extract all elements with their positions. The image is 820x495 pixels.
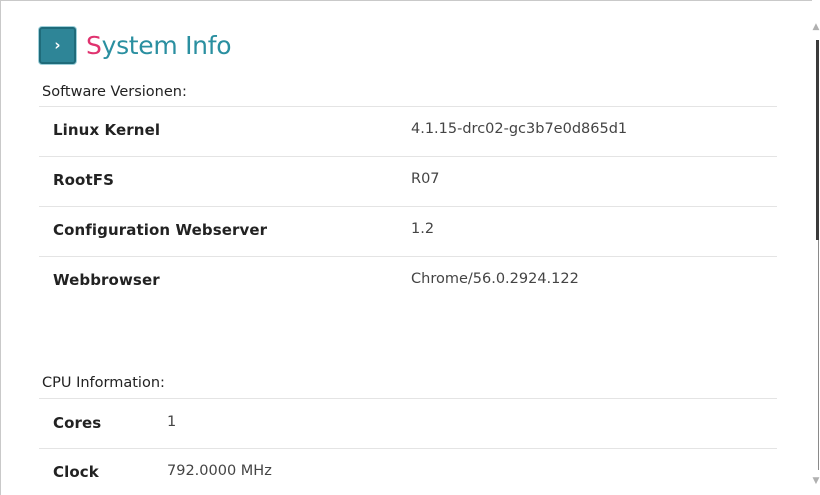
expand-toggle-button[interactable]: ›	[39, 26, 76, 64]
system-info-panel: › System Info Software Versionen: Linux …	[0, 0, 812, 495]
page-title-rest: ystem Info	[101, 30, 232, 60]
divider	[39, 256, 777, 257]
panel-header: › System Info	[39, 25, 232, 65]
cpu-row-value: 792.0000 MHz	[167, 463, 272, 479]
page-title: System Info	[86, 30, 232, 60]
divider	[39, 448, 777, 449]
cpu-row-label: Clock	[53, 463, 99, 481]
software-section-heading: Software Versionen:	[42, 84, 187, 100]
scroll-down-arrow-icon[interactable]: ▼	[812, 476, 820, 486]
software-row-label: Linux Kernel	[53, 121, 161, 139]
cpu-section-heading: CPU Information:	[42, 375, 165, 391]
software-row-value: 4.1.15-drc02-gc3b7e0d865d1	[411, 121, 628, 137]
scrollbar-track[interactable]	[818, 240, 819, 470]
cpu-row-label: Cores	[53, 414, 102, 432]
divider	[39, 156, 777, 157]
divider	[39, 106, 777, 107]
software-row-label: Webbrowser	[53, 271, 160, 289]
cpu-row-value: 1	[167, 414, 177, 430]
software-row-value: 1.2	[411, 221, 435, 237]
software-row-value: Chrome/56.0.2924.122	[411, 271, 579, 287]
divider	[39, 398, 777, 399]
chevron-right-icon: ›	[54, 36, 61, 54]
scrollbar-thumb[interactable]	[816, 40, 819, 240]
software-row-label: RootFS	[53, 171, 114, 189]
page-title-first-letter: S	[86, 30, 102, 60]
software-row-value: R07	[411, 171, 440, 187]
divider	[39, 206, 777, 207]
software-row-label: Configuration Webserver	[53, 221, 268, 239]
scroll-up-arrow-icon[interactable]: ▲	[812, 22, 820, 32]
